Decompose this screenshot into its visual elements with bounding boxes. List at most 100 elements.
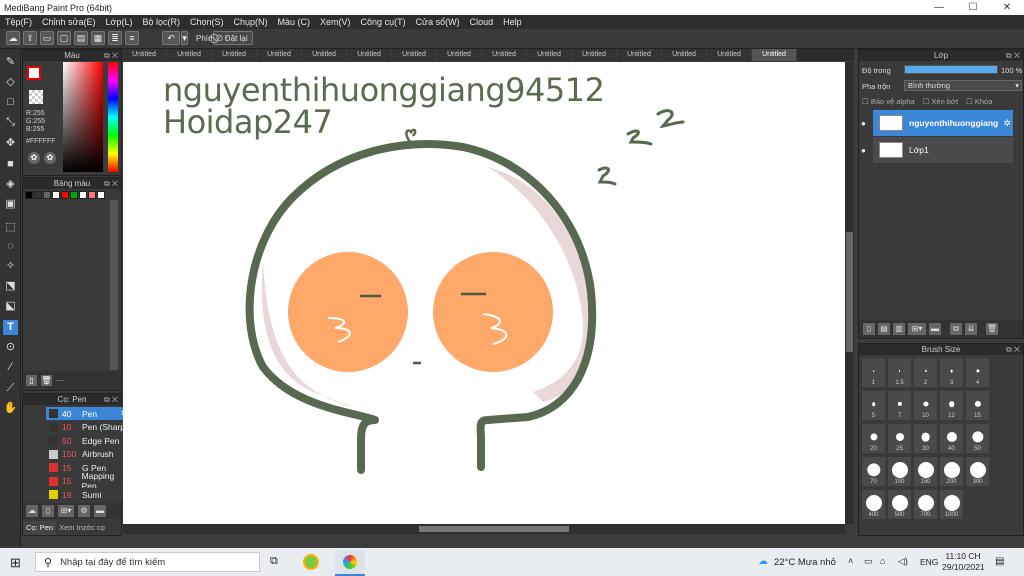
brush-tool-icon[interactable]: ✎ — [3, 55, 18, 70]
eyedropper-tool-icon[interactable]: ⟋ — [3, 381, 18, 396]
tab-document[interactable]: Untitled — [392, 49, 437, 61]
menu-item[interactable]: Cửa sổ(W) — [411, 17, 465, 27]
protect-alpha-checkbox[interactable]: ☐ Bảo vệ alpha — [862, 97, 915, 106]
tab-document[interactable]: Untitled — [437, 49, 482, 61]
brush-size-cell[interactable]: 30 — [913, 423, 938, 454]
magic-wand-tool-icon[interactable]: ✧ — [3, 259, 18, 274]
palette-scrollbar[interactable] — [110, 200, 118, 370]
tab-document[interactable]: Untitled — [257, 49, 302, 61]
panel-close-icon[interactable]: ⧉ ✕ — [1006, 344, 1020, 355]
tab-document[interactable]: Untitled — [707, 49, 752, 61]
transparent-color-swatch[interactable] — [29, 90, 43, 104]
drawing-canvas[interactable]: nguyenthihuonggiang94512 Hoidap247 — [123, 62, 845, 524]
weather-text[interactable]: 22°C Mưa nhỏ — [774, 557, 836, 568]
menu-item[interactable]: Chọn(S) — [185, 17, 229, 27]
palette-more[interactable]: ··· — [56, 376, 64, 385]
canvas-vertical-scrollbar[interactable] — [845, 62, 854, 524]
new-8bit-layer-icon[interactable]: ▥ — [893, 323, 905, 335]
undo-icon[interactable]: ↶ — [162, 31, 180, 45]
windows-start-icon[interactable]: ⊞ — [10, 555, 21, 571]
select-tool-icon[interactable]: ⬚ — [3, 220, 18, 235]
brush-size-cell[interactable]: 5 — [861, 390, 886, 421]
gradient-tool-icon[interactable]: ▣ — [3, 197, 18, 212]
hue-slider[interactable] — [108, 62, 118, 172]
palette-swatch[interactable] — [61, 191, 69, 199]
close-button[interactable]: ✕ — [990, 2, 1024, 13]
comment-icon[interactable]: ▭ — [40, 31, 54, 45]
palette-swatch[interactable] — [70, 191, 78, 199]
menu-item[interactable]: Help — [498, 17, 527, 27]
eye-icon[interactable]: ● — [861, 119, 866, 128]
palette-swatch[interactable] — [88, 191, 96, 199]
add-layer-menu-icon[interactable]: ⊞▾ — [908, 323, 926, 335]
brush-item[interactable]: 50 Edge Pen — [46, 434, 131, 447]
palette-swatch[interactable] — [97, 191, 105, 199]
delete-swatch-icon[interactable]: 🗑 — [41, 375, 52, 386]
menu-item[interactable]: Lớp(L) — [101, 17, 138, 27]
palette-swatch[interactable] — [79, 191, 87, 199]
brush-size-cell[interactable]: 300 — [965, 456, 990, 487]
menu-item[interactable]: Màu (C) — [273, 17, 316, 27]
brush-size-cell[interactable]: 100 — [887, 456, 912, 487]
brush-size-cell[interactable]: 2 — [913, 357, 938, 388]
task-view-icon[interactable]: ⧉ — [270, 555, 278, 568]
brush-size-cell[interactable]: 1.5 — [887, 357, 912, 388]
new-halftone-layer-icon[interactable]: ▤ — [878, 323, 890, 335]
tab-brush-preview[interactable]: Xem trước cọ — [56, 521, 108, 535]
brush-size-cell[interactable]: 200 — [939, 456, 964, 487]
brush-size-cell[interactable]: 40 — [939, 423, 964, 454]
brush-size-cell[interactable]: 1000 — [939, 489, 964, 520]
maximize-button[interactable]: ☐ — [956, 2, 990, 13]
layer-item[interactable]: ● nguyenthihuonggiang ✲ — [861, 110, 1013, 136]
panel-close-icon[interactable]: ⧉ ✕ — [1006, 50, 1020, 61]
grid-icon[interactable]: ▦ — [91, 31, 105, 45]
brush-size-cell[interactable]: 10 — [913, 390, 938, 421]
undo-dropdown-icon[interactable]: ▾ — [181, 31, 188, 45]
pen-tool-icon[interactable]: ⤡ — [3, 115, 18, 130]
brush-size-cell[interactable]: 4 — [965, 357, 990, 388]
menu-item[interactable]: Bộ lọc(R) — [137, 17, 185, 27]
folder-icon[interactable]: ▬ — [94, 505, 106, 517]
tab-document[interactable]: Untitled — [572, 49, 617, 61]
brush-item[interactable]: 19 Sumi — [46, 488, 131, 501]
layer-settings-icon[interactable]: ✲ — [1003, 118, 1011, 129]
tab-document[interactable]: Untitled — [167, 49, 212, 61]
select-eraser-tool-icon[interactable]: ⬕ — [3, 299, 18, 314]
brush-size-cell[interactable]: 700 — [913, 489, 938, 520]
delete-layer-icon[interactable]: 🗑 — [986, 323, 998, 335]
text-tool-icon[interactable]: T — [3, 320, 18, 335]
network-icon[interactable]: ⌂ — [880, 556, 885, 566]
palette-wheel-icon[interactable]: ✿ — [28, 152, 40, 164]
brush-size-cell[interactable]: 12 — [939, 390, 964, 421]
eraser-tool-icon[interactable]: ◇ — [3, 75, 18, 90]
menu-item[interactable]: Chụp(N) — [229, 17, 273, 27]
tab-document[interactable]: Untitled — [347, 49, 392, 61]
minimize-button[interactable]: — — [922, 2, 956, 13]
battery-icon[interactable]: ▭ — [864, 556, 873, 567]
lock-checkbox[interactable]: ☐ Khóa — [966, 97, 992, 106]
notification-icon[interactable]: ▤ — [995, 556, 1004, 567]
tab-brush[interactable]: Cọ: Pen — [23, 521, 57, 535]
lasso-tool-icon[interactable]: ◌ — [3, 239, 18, 254]
new-brush-icon[interactable]: ▯ — [42, 505, 54, 517]
brush-size-cell[interactable]: 15 — [965, 390, 990, 421]
panel-close-icon[interactable]: ⧉ ✕ — [104, 50, 118, 61]
palette-swatch[interactable] — [34, 191, 42, 199]
brush-size-cell[interactable]: 25 — [887, 423, 912, 454]
duplicate-layer-icon[interactable]: ⧉ — [950, 323, 962, 335]
tab-document[interactable]: Untitled — [662, 49, 707, 61]
divide-tool-icon[interactable]: ⁄ — [3, 360, 18, 375]
volume-icon[interactable]: ◁) — [898, 556, 908, 567]
color-settings-icon[interactable]: ✿ — [44, 152, 56, 164]
chevron-up-icon[interactable]: ˄ — [848, 556, 853, 566]
select-pen-tool-icon[interactable]: ⬔ — [3, 279, 18, 294]
medibang-taskbar-button[interactable] — [335, 550, 365, 576]
tab-document[interactable]: Untitled — [212, 49, 257, 61]
blend-mode-select[interactable]: Bình thường ▾ — [904, 80, 1022, 91]
list2-icon[interactable]: ≡ — [125, 31, 139, 45]
add-swatch-icon[interactable]: ▯ — [26, 375, 37, 386]
tab-document[interactable]: Untitled — [527, 49, 572, 61]
hand-tool-icon[interactable]: ✋ — [3, 401, 18, 416]
brush-size-cell[interactable]: 150 — [913, 456, 938, 487]
brush-size-cell[interactable]: 20 — [861, 423, 886, 454]
